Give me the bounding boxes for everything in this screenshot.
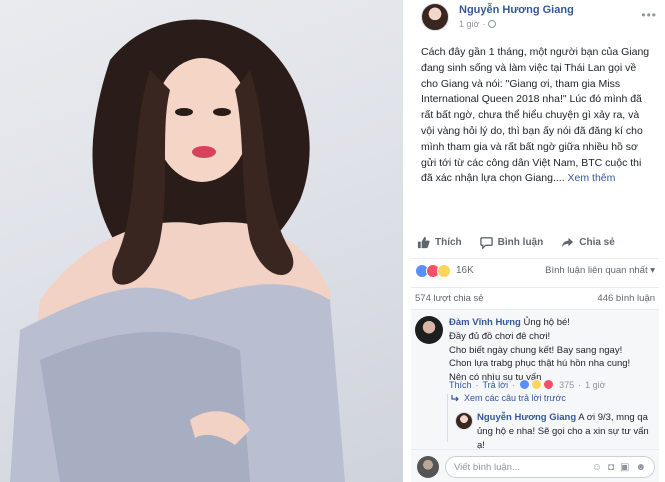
comment-icon [479,236,493,249]
commenter-avatar[interactable] [415,316,443,344]
reaction-count[interactable]: 16K [456,265,474,276]
post-header: Nguyễn Hương Giang 1 giờ · ••• [413,0,663,36]
author-avatar[interactable] [421,3,449,31]
post-photo[interactable] [0,0,403,482]
share-button[interactable]: Chia sẻ [561,236,615,249]
like-reaction-icon [519,379,531,390]
comment-label: Bình luận [497,236,544,248]
comment-composer: Viết bình luận... ☺ ◘ ▣ ☻ [411,449,659,482]
comment-line: Đầy đủ đồ chơi đê chơi! [449,330,551,342]
comment-count[interactable]: 446 bình luận [597,293,655,304]
camera-icon[interactable]: ◘ [608,462,614,473]
post-time[interactable]: 1 giờ [459,19,479,29]
globe-icon [488,20,497,28]
separator: · [578,379,582,390]
comment-line: Cho biết ngày chung kết! Bay sang ngay! [449,344,623,356]
post-stats: 574 lượt chia sẻ 446 bình luận [411,287,659,309]
see-more-link[interactable]: Xem thêm [568,172,616,184]
comment-actions: Thích · Trả lời · 375 · 1 giờ [449,379,606,390]
comment-line: Chon lựa trabg phục thật hú hồn nha cung… [449,358,631,370]
like-label: Thích [435,236,462,248]
comment-input-placeholder: Viết bình luận... [454,461,520,473]
post-actions: Thích Bình luận Chia sẻ [411,229,661,255]
comment-reaction-count[interactable]: 375 [559,380,574,390]
comment-like-link[interactable]: Thích [449,380,472,390]
wow-reaction-icon[interactable] [437,263,451,278]
like-button[interactable]: Thích [417,236,462,249]
post-body: Cách đây gần 1 tháng, một người bạn của … [421,46,650,185]
gif-icon[interactable]: ▣ [620,462,629,473]
emoji-icon[interactable]: ☺ [592,462,602,473]
comment-line: Ủng hộ bé! [523,317,570,328]
share-label: Chia sẻ [579,236,615,248]
comment: Đàm Vĩnh Hưng Ủng hộ bé! Đầy đủ đồ chơi … [449,316,654,385]
thumbs-up-icon [417,236,430,248]
comment-input[interactable]: Viết bình luận... ☺ ◘ ▣ ☻ [445,456,655,478]
separator: · [482,19,486,29]
reply: Nguyễn Hương Giang A ơi 9/3, mng qa ủng … [477,411,657,453]
share-count[interactable]: 574 lượt chia sẻ [415,293,484,304]
post-menu-icon[interactable]: ••• [641,8,657,22]
comment-time[interactable]: 1 giờ [585,380,605,390]
post-text: Cách đây gần 1 tháng, một người bạn của … [421,45,655,187]
reply-author[interactable]: Nguyễn Hương Giang [477,412,576,423]
previous-replies-link[interactable]: Xem các câu trả lời trước [451,393,566,403]
reply-avatar[interactable] [455,412,473,430]
post-meta: 1 giờ · [459,19,497,29]
reactions-summary: 16K Bình luận liên quan nhất ▾ [411,258,659,282]
comment-button[interactable]: Bình luận [479,236,544,249]
reply-thread-line [447,394,448,442]
comment-reply-link[interactable]: Trả lời [483,380,509,390]
comments-section: Đàm Vĩnh Hưng Ủng hộ bé! Đầy đủ đồ chơi … [411,309,659,482]
haha-reaction-icon [531,379,543,390]
viewer-avatar [417,456,439,478]
photo-illustration [10,19,345,482]
author-name[interactable]: Nguyễn Hương Giang [459,4,574,16]
share-icon [562,237,574,247]
sticker-icon[interactable]: ☻ [635,462,646,473]
comment-author[interactable]: Đàm Vĩnh Hưng [449,317,521,328]
reply-arrow-icon [451,394,459,401]
comment-sort-dropdown[interactable]: Bình luận liên quan nhất ▾ [545,265,655,276]
love-reaction-icon [543,379,555,390]
previous-replies-label: Xem các câu trả lời trước [464,393,566,403]
composer-icons: ☺ ◘ ▣ ☻ [592,462,646,473]
separator: · [475,379,479,390]
post-panel: Nguyễn Hương Giang 1 giờ · ••• Cách đây … [403,0,665,482]
separator: · [512,379,516,390]
